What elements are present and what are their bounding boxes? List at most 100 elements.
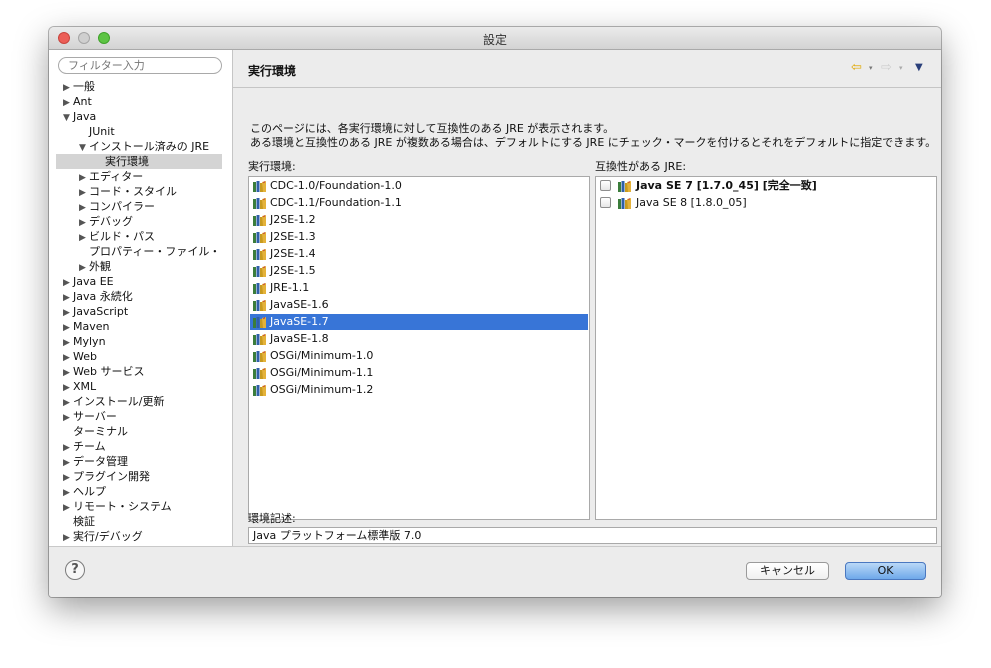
compatible-jres-list[interactable]: Java SE 7 [1.7.0_45] [完全一致] Java SE 8 [1.… xyxy=(595,176,937,520)
tree-item[interactable]: ▶ 一般 xyxy=(49,79,232,94)
tree-item[interactable]: ▶ デバッグ xyxy=(49,214,232,229)
tree-item[interactable]: ▶ プラグイン開発 xyxy=(49,469,232,484)
environment-name: CDC-1.0/Foundation-1.0 xyxy=(270,179,402,192)
tree-item-label: Mylyn xyxy=(73,335,106,348)
environment-name: JavaSE-1.7 xyxy=(270,315,329,328)
jre-row[interactable]: Java SE 8 [1.8.0_05] xyxy=(597,195,935,211)
library-icon xyxy=(253,283,266,294)
tree-item[interactable]: ▶ コード・スタイル xyxy=(49,184,232,199)
tree-item[interactable]: ▶ Maven xyxy=(49,319,232,334)
forward-dropdown-icon[interactable]: ▾ xyxy=(899,60,903,76)
view-menu-icon[interactable]: ▼ xyxy=(915,60,923,76)
tree-item[interactable]: ▶ Web xyxy=(49,349,232,364)
title-separator xyxy=(233,87,941,88)
environment-row[interactable]: JavaSE-1.8 xyxy=(250,331,588,347)
tree-item-label: データ管理 xyxy=(73,455,128,468)
tree-item-label: Java EE xyxy=(73,275,114,288)
environment-row[interactable]: J2SE-1.3 xyxy=(250,229,588,245)
tree-item[interactable]: ▶ JavaScript xyxy=(49,304,232,319)
jre-name: Java SE 8 [1.8.0_05] xyxy=(636,196,747,209)
environment-row[interactable]: J2SE-1.5 xyxy=(250,263,588,279)
back-dropdown-icon[interactable]: ▾ xyxy=(869,60,873,76)
environment-row[interactable]: CDC-1.1/Foundation-1.1 xyxy=(250,195,588,211)
library-icon xyxy=(253,215,266,226)
tree-item-label: プロパティー・ファイル・ xyxy=(89,245,221,258)
tree-item-label: デバッグ xyxy=(89,215,133,228)
tree-item[interactable]: ▶ Java EE xyxy=(49,274,232,289)
tree-item-label: Web サービス xyxy=(73,365,145,378)
tree-item[interactable]: ▶ ヘルプ xyxy=(49,484,232,499)
environment-row[interactable]: JavaSE-1.6 xyxy=(250,297,588,313)
tree-item-label: JavaScript xyxy=(73,305,129,318)
environment-row[interactable]: J2SE-1.4 xyxy=(250,246,588,262)
tree-item-label: Ant xyxy=(73,95,92,108)
tree-item-label: 外観 xyxy=(89,260,111,273)
environment-row[interactable]: OSGi/Minimum-1.1 xyxy=(250,365,588,381)
tree-item[interactable]: ▶ データ管理 xyxy=(49,454,232,469)
cancel-button[interactable]: キャンセル xyxy=(746,562,829,580)
environments-label: 実行環境: xyxy=(248,160,296,173)
tree-item-label: Maven xyxy=(73,320,110,333)
tree-item-label: 一般 xyxy=(73,80,95,93)
environment-name: JavaSE-1.8 xyxy=(270,332,329,345)
environment-row[interactable]: CDC-1.0/Foundation-1.0 xyxy=(250,178,588,194)
library-icon xyxy=(253,300,266,311)
title-bar: 設定 xyxy=(49,27,941,50)
tree-item[interactable]: ▶ 実行/デバッグ xyxy=(49,529,232,544)
tree-item[interactable]: ▼ Java xyxy=(49,109,232,124)
ok-button[interactable]: OK xyxy=(845,562,926,580)
tree-item[interactable]: 検証 xyxy=(49,514,232,529)
tree-item[interactable]: ターミナル xyxy=(49,424,232,439)
library-icon xyxy=(253,266,266,277)
jre-checkbox[interactable] xyxy=(600,180,611,191)
expand-arrow-icon[interactable]: ▶ xyxy=(63,531,73,546)
tree-item[interactable]: ▶ リモート・システム xyxy=(49,499,232,514)
environment-name: J2SE-1.5 xyxy=(270,264,316,277)
environment-row[interactable]: OSGi/Minimum-1.2 xyxy=(250,382,588,398)
library-icon xyxy=(253,198,266,209)
tree-item[interactable]: ▶ 外観 xyxy=(49,259,232,274)
tree-item[interactable]: JUnit xyxy=(49,124,232,139)
environment-name: JavaSE-1.6 xyxy=(270,298,329,311)
library-icon xyxy=(253,334,266,345)
tree-item[interactable]: ▶ Java 永続化 xyxy=(49,289,232,304)
tree-item[interactable]: ▶ インストール/更新 xyxy=(49,394,232,409)
jre-row[interactable]: Java SE 7 [1.7.0_45] [完全一致] xyxy=(597,178,935,194)
tree-item[interactable]: ▶ サーバー xyxy=(49,409,232,424)
tree-item-label: プラグイン開発 xyxy=(73,470,150,483)
tree-item[interactable]: プロパティー・ファイル・ xyxy=(49,244,232,259)
page-pane: 実行環境 ⇦ ▾ ⇨ ▾ ▼ このページには、各実行環境に対して互換性のある J… xyxy=(233,50,941,546)
tree-item[interactable]: ▶ ビルド・パス xyxy=(49,229,232,244)
tree-item[interactable]: 実行環境 xyxy=(56,154,222,169)
filter-input[interactable] xyxy=(58,57,222,74)
jre-name: Java SE 7 [1.7.0_45] [完全一致] xyxy=(636,179,817,192)
jre-checkbox[interactable] xyxy=(600,197,611,208)
forward-arrow-icon[interactable]: ⇨ xyxy=(881,60,892,76)
preferences-window: 設定 ▶一般▶Ant▼JavaJUnit▼インストール済みの JRE実行環境▶エ… xyxy=(49,27,941,597)
back-arrow-icon[interactable]: ⇦ xyxy=(851,60,862,76)
environment-row[interactable]: OSGi/Minimum-1.0 xyxy=(250,348,588,364)
library-icon xyxy=(253,249,266,260)
environments-list[interactable]: CDC-1.0/Foundation-1.0 CDC-1.1/Foundation… xyxy=(248,176,590,520)
tree-item-label: ヘルプ xyxy=(73,485,106,498)
tree-item[interactable]: ▶ Web サービス xyxy=(49,364,232,379)
tree-item[interactable]: ▶ Mylyn xyxy=(49,334,232,349)
library-icon xyxy=(253,232,266,243)
tree-item-label: エディター xyxy=(89,170,144,183)
library-icon xyxy=(253,181,266,192)
tree-item-label: コード・スタイル xyxy=(89,185,177,198)
library-icon xyxy=(253,317,266,328)
library-icon xyxy=(253,368,266,379)
tree-item[interactable]: ▶ エディター xyxy=(49,169,232,184)
environment-row[interactable]: J2SE-1.2 xyxy=(250,212,588,228)
tree-item[interactable]: ▼ インストール済みの JRE xyxy=(49,139,232,154)
environment-row[interactable]: JavaSE-1.7 xyxy=(250,314,588,330)
tree-item[interactable]: ▶ Ant xyxy=(49,94,232,109)
environment-row[interactable]: JRE-1.1 xyxy=(250,280,588,296)
tree-item[interactable]: ▶ コンパイラー xyxy=(49,199,232,214)
page-description-2: ある環境と互換性のある JRE が複数ある場合は、デフォルトにする JRE にチ… xyxy=(250,136,937,149)
environment-name: OSGi/Minimum-1.2 xyxy=(270,383,374,396)
tree-item[interactable]: ▶ XML xyxy=(49,379,232,394)
help-icon[interactable]: ? xyxy=(65,560,85,580)
tree-item[interactable]: ▶ チーム xyxy=(49,439,232,454)
